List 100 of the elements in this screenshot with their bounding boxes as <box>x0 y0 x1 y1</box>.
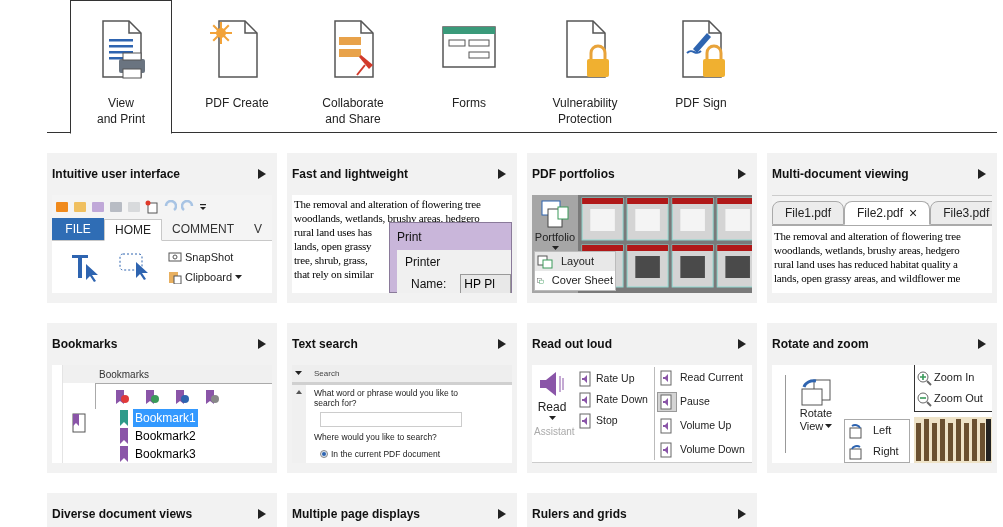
clipboard-button[interactable]: Clipboard <box>168 269 243 286</box>
layout-icon <box>537 254 553 269</box>
card-title: Diverse document views <box>52 506 193 523</box>
card-title: Intuitive user interface <box>52 166 181 183</box>
play-icon[interactable] <box>257 338 267 350</box>
bookmark-tool-icon[interactable] <box>204 388 220 405</box>
play-icon[interactable] <box>497 168 507 180</box>
bookmark-icon <box>119 428 129 444</box>
card-title: Fast and lightweight <box>292 166 408 183</box>
search-scope-label: Where would you like to search? <box>314 431 438 444</box>
group-label: Printer <box>405 254 442 271</box>
play-icon[interactable] <box>737 508 747 520</box>
printer-field[interactable]: HP Pl <box>460 274 511 293</box>
text-line: The removal and alteration of flowering tree <box>774 229 961 243</box>
ribbon-tab[interactable]: V <box>244 218 272 240</box>
menu-item[interactable]: Zoom In <box>915 367 992 388</box>
text-line: rural land uses has <box>294 225 372 239</box>
feature-tab[interactable]: PDF Create <box>186 0 288 133</box>
scroll-up-icon[interactable] <box>296 390 302 394</box>
play-icon[interactable] <box>257 168 267 180</box>
bookmark-icon <box>119 446 129 462</box>
text-select-icon[interactable] <box>70 252 100 282</box>
text-line: woodlands, wetlands, brushy areas, hedgero <box>774 243 960 257</box>
panel-title: Search <box>314 367 340 380</box>
feature-tab[interactable]: Collaborate and Share <box>302 0 404 133</box>
caret-icon[interactable] <box>295 371 302 376</box>
bookmark-icon <box>119 410 129 426</box>
text-line: lands, open grassy areas, and wildflower me <box>774 271 961 285</box>
speech-icon[interactable] <box>578 413 594 429</box>
play-icon[interactable] <box>977 168 987 180</box>
ribbon-tab[interactable]: FILE <box>52 218 104 240</box>
speaker-icon <box>538 370 566 398</box>
card-title: Text search <box>292 336 358 353</box>
customize-icon[interactable] <box>199 202 207 212</box>
speech-control[interactable]: Rate Down <box>578 392 654 408</box>
menu-item[interactable]: Zoom Out <box>915 388 992 409</box>
field-label: Name: <box>411 276 447 293</box>
card-title: Rotate and zoom <box>772 336 869 353</box>
read-button[interactable]: Read <box>534 365 570 421</box>
card-title: Rulers and grids <box>532 506 627 523</box>
bookmark-tool-icon[interactable] <box>114 388 130 405</box>
play-icon[interactable] <box>497 338 507 350</box>
ribbon-tab[interactable]: COMMENT <box>162 218 244 240</box>
play-icon[interactable] <box>737 338 747 350</box>
bookmark-tool-icon[interactable] <box>144 388 160 405</box>
snapshot-button[interactable]: SnapShot <box>168 248 243 265</box>
speech-control[interactable]: Rate Up <box>578 371 654 387</box>
document-tab[interactable]: File1.pdf <box>772 201 845 225</box>
speech-icon[interactable] <box>659 370 675 386</box>
card-title: Bookmarks <box>52 336 118 353</box>
search-field[interactable] <box>320 412 462 427</box>
bookmark-tool-icon[interactable] <box>174 388 190 405</box>
speech-control[interactable]: Stop <box>578 413 654 429</box>
text-line: The removal and alteration of flowering tree <box>294 197 481 211</box>
new-document-icon[interactable] <box>145 200 159 214</box>
document-tab[interactable]: File2.pdf × <box>844 201 931 225</box>
text-line: that rely on similar <box>294 267 374 281</box>
rotate-page-icon <box>848 443 864 460</box>
speech-icon[interactable] <box>578 392 594 408</box>
play-icon[interactable] <box>977 338 987 350</box>
speech-control[interactable]: Read Current <box>657 368 745 388</box>
speech-control[interactable]: Volume Up <box>657 416 745 436</box>
menu-item[interactable]: Left <box>845 420 909 441</box>
speech-control[interactable]: Pause <box>657 392 745 412</box>
ribbon-tab[interactable]: HOME <box>104 219 162 241</box>
current-document-radio[interactable]: In the current PDF document <box>314 447 512 461</box>
feature-tab[interactable]: PDF Sign <box>650 0 752 133</box>
caret-icon <box>825 424 833 429</box>
card-title: Multiple page displays <box>292 506 421 523</box>
text-line: rural land uses has reduced habitat quality a <box>774 257 958 271</box>
bookmark-item[interactable]: Bookmark3 <box>133 445 198 463</box>
speech-icon[interactable] <box>659 442 675 458</box>
rotate-page-icon <box>848 422 864 439</box>
card-title: Read out loud <box>532 336 612 353</box>
speech-icon[interactable] <box>578 371 594 387</box>
speech-icon[interactable] <box>659 394 675 410</box>
select-annotation-icon[interactable] <box>118 252 150 282</box>
feature-tab[interactable]: View and Print <box>70 0 172 134</box>
camera-icon <box>168 251 182 263</box>
caret-icon <box>548 416 556 421</box>
menu-item[interactable]: Right <box>845 441 909 462</box>
menu-item[interactable]: Layout <box>535 252 615 271</box>
rotate-pages-icon <box>800 379 832 407</box>
text-line: lands, open grassy <box>294 239 372 253</box>
document-tab[interactable]: File3.pdf <box>930 201 992 225</box>
bookmark-item[interactable]: Bookmark2 <box>133 427 198 445</box>
speech-icon[interactable] <box>659 418 675 434</box>
feature-tab[interactable]: Forms <box>418 0 520 133</box>
play-icon[interactable] <box>257 508 267 520</box>
feature-tab[interactable]: Vulnerability Protection <box>534 0 636 133</box>
bookmark-page-icon[interactable] <box>72 413 86 433</box>
rotate-view-button[interactable]: Rotate View <box>786 365 846 463</box>
card-title: Multi-document viewing <box>772 166 909 183</box>
close-icon[interactable]: × <box>909 206 918 220</box>
card-title: PDF portfolios <box>532 166 615 183</box>
play-icon[interactable] <box>497 508 507 520</box>
speech-control[interactable]: Volume Down <box>657 440 745 460</box>
clipboard-icon <box>168 270 182 285</box>
panel-title: Bookmarks <box>99 367 149 382</box>
play-icon[interactable] <box>737 168 747 180</box>
